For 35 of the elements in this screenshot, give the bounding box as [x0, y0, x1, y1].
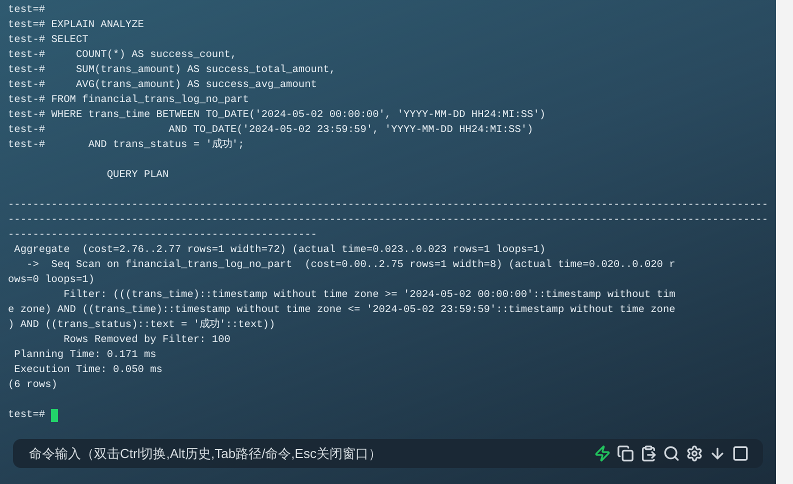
terminal-line: -------------------------------------------------- [8, 228, 317, 243]
cursor [51, 409, 58, 422]
terminal-line: test-# AND trans_status = '成功'; [8, 138, 244, 153]
terminal-line: --------------------------------------------------------------------------------------------------------------------------- [8, 198, 768, 213]
terminal-line: (6 rows) [8, 378, 58, 393]
terminal-line: Planning Time: 0.171 ms [13, 348, 156, 363]
command-input[interactable]: 命令输入（双击Ctrl切换,Alt历史,Tab路径/命令,Esc关闭窗口） [29, 444, 594, 464]
terminal-line: test=# [8, 3, 46, 18]
terminal-line: Rows Removed by Filter: 100 [62, 333, 230, 348]
command-bar[interactable]: 命令输入（双击Ctrl切换,Alt历史,Tab路径/命令,Esc关闭窗口） [13, 439, 763, 468]
terminal-line: Filter: (((trans_time)::timestamp without time zone >= '2024-05-02 00:00:00'::timestamp without tim [62, 288, 676, 303]
terminal-line: test-# FROM financial_trans_log_no_part [8, 93, 249, 108]
terminal-line: test-# AVG(trans_amount) AS success_avg_amount [8, 78, 317, 93]
terminal-line: -> Seq Scan on financial_trans_log_no_part (cost=0.00..2.75 rows=1 width=8) (actual time=0.020..0.020 r [26, 258, 676, 273]
terminal-prompt: test=# [8, 408, 46, 423]
terminal-line: test-# WHERE trans_time BETWEEN TO_DATE('2024-05-02 00:00:00', 'YYYY-MM-DD HH24:MI:SS') [8, 108, 546, 123]
terminal-line: ows=0 loops=1) [8, 273, 95, 288]
terminal-line: ) AND ((trans_status)::text = '成功'::text)) [8, 318, 276, 333]
settings-icon[interactable] [686, 445, 703, 462]
lightning-icon[interactable] [594, 445, 611, 462]
terminal-line: test-# AND TO_DATE('2024-05-02 23:59:59', 'YYYY-MM-DD HH24:MI:SS') [8, 123, 534, 138]
terminal-line: QUERY PLAN [106, 168, 169, 183]
terminal-line: Aggregate (cost=2.76..2.77 rows=1 width=72) (actual time=0.023..0.023 rows=1 loops=1) [13, 243, 546, 258]
terminal-line: --------------------------------------------------------------------------------------------------------------------------- [8, 213, 768, 228]
terminal-line: test-# SELECT [8, 33, 88, 48]
scrollbar[interactable] [776, 0, 793, 484]
terminal-line: Execution Time: 0.050 ms [13, 363, 162, 378]
window-icon[interactable] [732, 445, 749, 462]
terminal-line: test-# COUNT(*) AS success_count, [8, 48, 237, 63]
copy-icon[interactable] [617, 445, 634, 462]
search-icon[interactable] [663, 445, 680, 462]
terminal-line: e zone) AND ((trans_time)::timestamp without time zone <= '2024-05-02 23:59:59'::timestamp without time zone [8, 303, 676, 318]
terminal-line: test=# EXPLAIN ANALYZE [8, 18, 144, 33]
terminal-line: test-# SUM(trans_amount) AS success_total_amount, [8, 63, 336, 78]
paste-icon[interactable] [640, 445, 657, 462]
